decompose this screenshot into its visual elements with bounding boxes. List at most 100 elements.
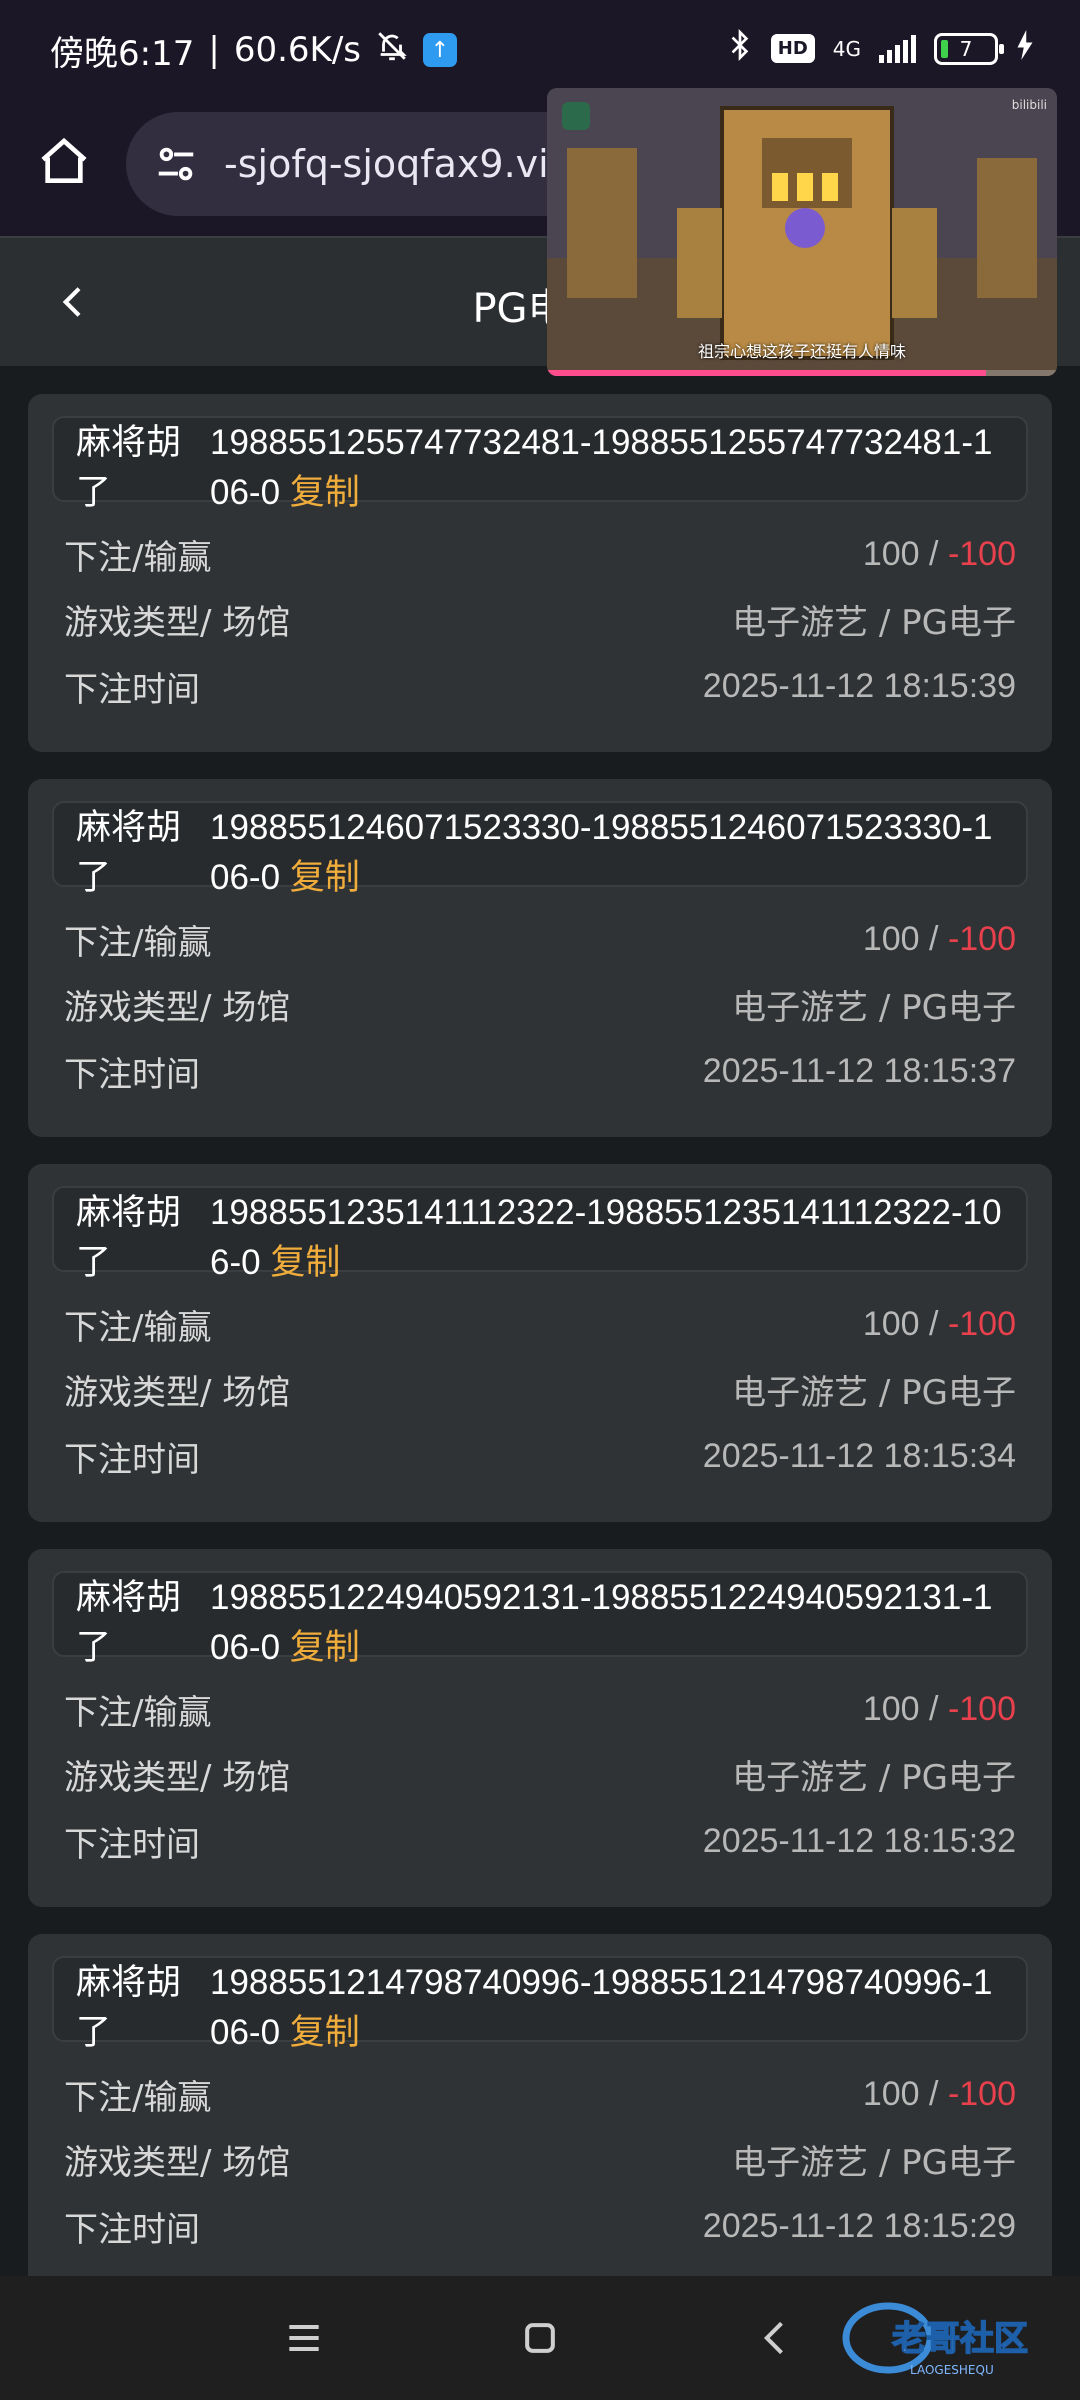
game-type-row: 游戏类型/ 场馆 电子游艺 / PG电子 — [64, 594, 1016, 644]
game-type-row: 游戏类型/ 场馆 电子游艺 / PG电子 — [64, 2134, 1016, 2184]
game-name: 麻将胡了 — [76, 1193, 182, 1283]
bet-win-value: 100 / -100 — [863, 920, 1016, 959]
bet-time-row: 下注时间 2025-11-12 18:15:34 — [64, 1431, 1016, 1481]
system-navigation-bar: 老哥社区 LAOGESHEQU — [0, 2276, 1080, 2400]
win-amount: -100 — [947, 1689, 1016, 1728]
upload-notification-icon: ↑ — [423, 33, 457, 67]
win-amount: -100 — [947, 2074, 1016, 2113]
copy-button[interactable]: 复制 — [290, 473, 360, 512]
copy-button[interactable]: 复制 — [290, 858, 360, 897]
bet-win-row: 下注/输赢 100 / -100 — [64, 529, 1016, 579]
bet-record-card: 麻将胡了 1988551235141112322-198855123514111… — [28, 1164, 1052, 1522]
recent-apps-button[interactable] — [272, 2306, 336, 2370]
menu-icon — [289, 2324, 319, 2352]
bet-time-value: 2025-11-12 18:15:32 — [702, 1821, 1016, 1860]
bet-time-label: 下注时间 — [64, 1054, 200, 1095]
record-header: 麻将胡了 1988551255747732481-198855125574773… — [52, 416, 1028, 513]
bet-win-label: 下注/输赢 — [64, 1692, 212, 1733]
copy-button[interactable]: 复制 — [290, 1628, 360, 1667]
bet-time-value: 2025-11-12 18:15:37 — [702, 1051, 1016, 1090]
bet-separator: / — [919, 2074, 948, 2113]
game-type-label: 游戏类型/ 场馆 — [64, 602, 291, 643]
order-id: 1988551224940592131-1988551224940592131-… — [210, 1573, 1010, 1673]
site-settings-icon[interactable] — [148, 136, 204, 192]
record-header: 麻将胡了 1988551246071523330-198855124607152… — [52, 801, 1028, 898]
bet-record-card: 麻将胡了 1988551246071523330-198855124607152… — [28, 779, 1052, 1137]
bet-win-value: 100 / -100 — [863, 535, 1016, 574]
game-type-label: 游戏类型/ 场馆 — [64, 1757, 291, 1798]
svg-text:老哥社区: 老哥社区 — [892, 2319, 1028, 2359]
bet-win-label: 下注/输赢 — [64, 537, 212, 578]
game-type-row: 游戏类型/ 场馆 电子游艺 / PG电子 — [64, 1364, 1016, 1414]
charging-icon — [1016, 30, 1034, 67]
game-type-value: 电子游艺 / PG电子 — [732, 602, 1016, 643]
bet-win-value: 100 / -100 — [863, 1305, 1016, 1344]
square-icon — [525, 2323, 555, 2353]
bet-time-label: 下注时间 — [64, 2209, 200, 2250]
bet-time-row: 下注时间 2025-11-12 18:15:29 — [64, 2201, 1016, 2251]
bet-amount: 100 — [862, 534, 920, 573]
chevron-left-icon — [763, 2321, 783, 2355]
order-id: 1988551246071523330-1988551246071523330-… — [210, 803, 1010, 903]
copy-button[interactable]: 复制 — [270, 1243, 340, 1282]
win-amount: -100 — [947, 534, 1016, 573]
battery-icon: 7 — [934, 32, 1004, 65]
game-type-value: 电子游艺 / PG电子 — [732, 1757, 1016, 1798]
bet-win-label: 下注/输赢 — [64, 922, 212, 963]
bet-record-card: 麻将胡了 1988551214798740996-198855121479874… — [28, 1934, 1052, 2292]
bet-win-row: 下注/输赢 100 / -100 — [64, 1684, 1016, 1734]
order-id: 1988551235141112322-1988551235141112322-… — [210, 1188, 1010, 1288]
game-type-value: 电子游艺 / PG电子 — [732, 1372, 1016, 1413]
status-bar: 傍晚6:17 | 60.6K/s ↑ HD 4G 7 — [0, 0, 1080, 100]
home-icon — [41, 137, 87, 183]
copy-button[interactable]: 复制 — [290, 2013, 360, 2052]
game-name: 麻将胡了 — [76, 1578, 182, 1668]
bet-time-row: 下注时间 2025-11-12 18:15:32 — [64, 1816, 1016, 1866]
bet-time-label: 下注时间 — [64, 1824, 200, 1865]
bet-time-row: 下注时间 2025-11-12 18:15:39 — [64, 661, 1016, 711]
bet-time-label: 下注时间 — [64, 669, 200, 710]
status-speed: 60.6K/s — [233, 30, 361, 70]
bet-record-list: 麻将胡了 1988551255747732481-198855125574773… — [28, 394, 1052, 2319]
game-type-value: 电子游艺 / PG电子 — [732, 2142, 1016, 2183]
bet-amount: 100 — [862, 2074, 920, 2113]
bet-amount: 100 — [862, 1689, 920, 1728]
bet-record-card: 麻将胡了 1988551255747732481-198855125574773… — [28, 394, 1052, 752]
svg-text:LAOGESHEQU: LAOGESHEQU — [910, 2363, 994, 2377]
game-name: 麻将胡了 — [76, 1963, 182, 2053]
home-button[interactable] — [32, 130, 96, 194]
bet-win-label: 下注/输赢 — [64, 2077, 212, 2118]
status-divider: | — [208, 30, 220, 70]
laoge-community-logo: 老哥社区 LAOGESHEQU — [840, 2294, 1080, 2384]
order-id: 1988551255747732481-1988551255747732481-… — [210, 418, 1010, 518]
url-text[interactable]: -sjofq-sjoqfax9.vi — [224, 142, 549, 186]
battery-level: 7 — [959, 36, 973, 61]
bet-separator: / — [919, 534, 948, 573]
picture-in-picture-video[interactable]: bilibili 祖宗心想这孩子还挺有人情味 — [547, 88, 1057, 376]
bet-time-value: 2025-11-12 18:15:34 — [702, 1436, 1016, 1475]
video-frame — [547, 88, 1057, 376]
bet-separator: / — [919, 919, 948, 958]
video-progress-bar[interactable] — [547, 370, 1057, 376]
record-header: 麻将胡了 1988551224940592131-198855122494059… — [52, 1571, 1028, 1668]
bet-time-value: 2025-11-12 18:15:29 — [702, 2206, 1016, 2245]
game-name: 麻将胡了 — [76, 423, 182, 513]
status-time: 傍晚6:17 — [50, 33, 195, 74]
bluetooth-icon — [727, 28, 753, 69]
bet-win-value: 100 / -100 — [863, 1690, 1016, 1729]
game-type-label: 游戏类型/ 场馆 — [64, 1372, 291, 1413]
back-nav-button[interactable] — [744, 2306, 808, 2370]
bet-win-row: 下注/输赢 100 / -100 — [64, 914, 1016, 964]
bet-win-value: 100 / -100 — [863, 2075, 1016, 2114]
home-nav-button[interactable] — [508, 2306, 572, 2370]
record-header: 麻将胡了 1988551214798740996-198855121479874… — [52, 1956, 1028, 2053]
bet-separator: / — [919, 1304, 948, 1343]
bet-record-card: 麻将胡了 1988551224940592131-198855122494059… — [28, 1549, 1052, 1907]
video-progress-fill — [547, 370, 986, 376]
game-type-row: 游戏类型/ 场馆 电子游艺 / PG电子 — [64, 1749, 1016, 1799]
record-header: 麻将胡了 1988551235141112322-198855123514111… — [52, 1186, 1028, 1283]
bet-time-label: 下注时间 — [64, 1439, 200, 1480]
game-name: 麻将胡了 — [76, 808, 182, 898]
win-amount: -100 — [947, 919, 1016, 958]
video-subtitle: 祖宗心想这孩子还挺有人情味 — [697, 342, 906, 361]
